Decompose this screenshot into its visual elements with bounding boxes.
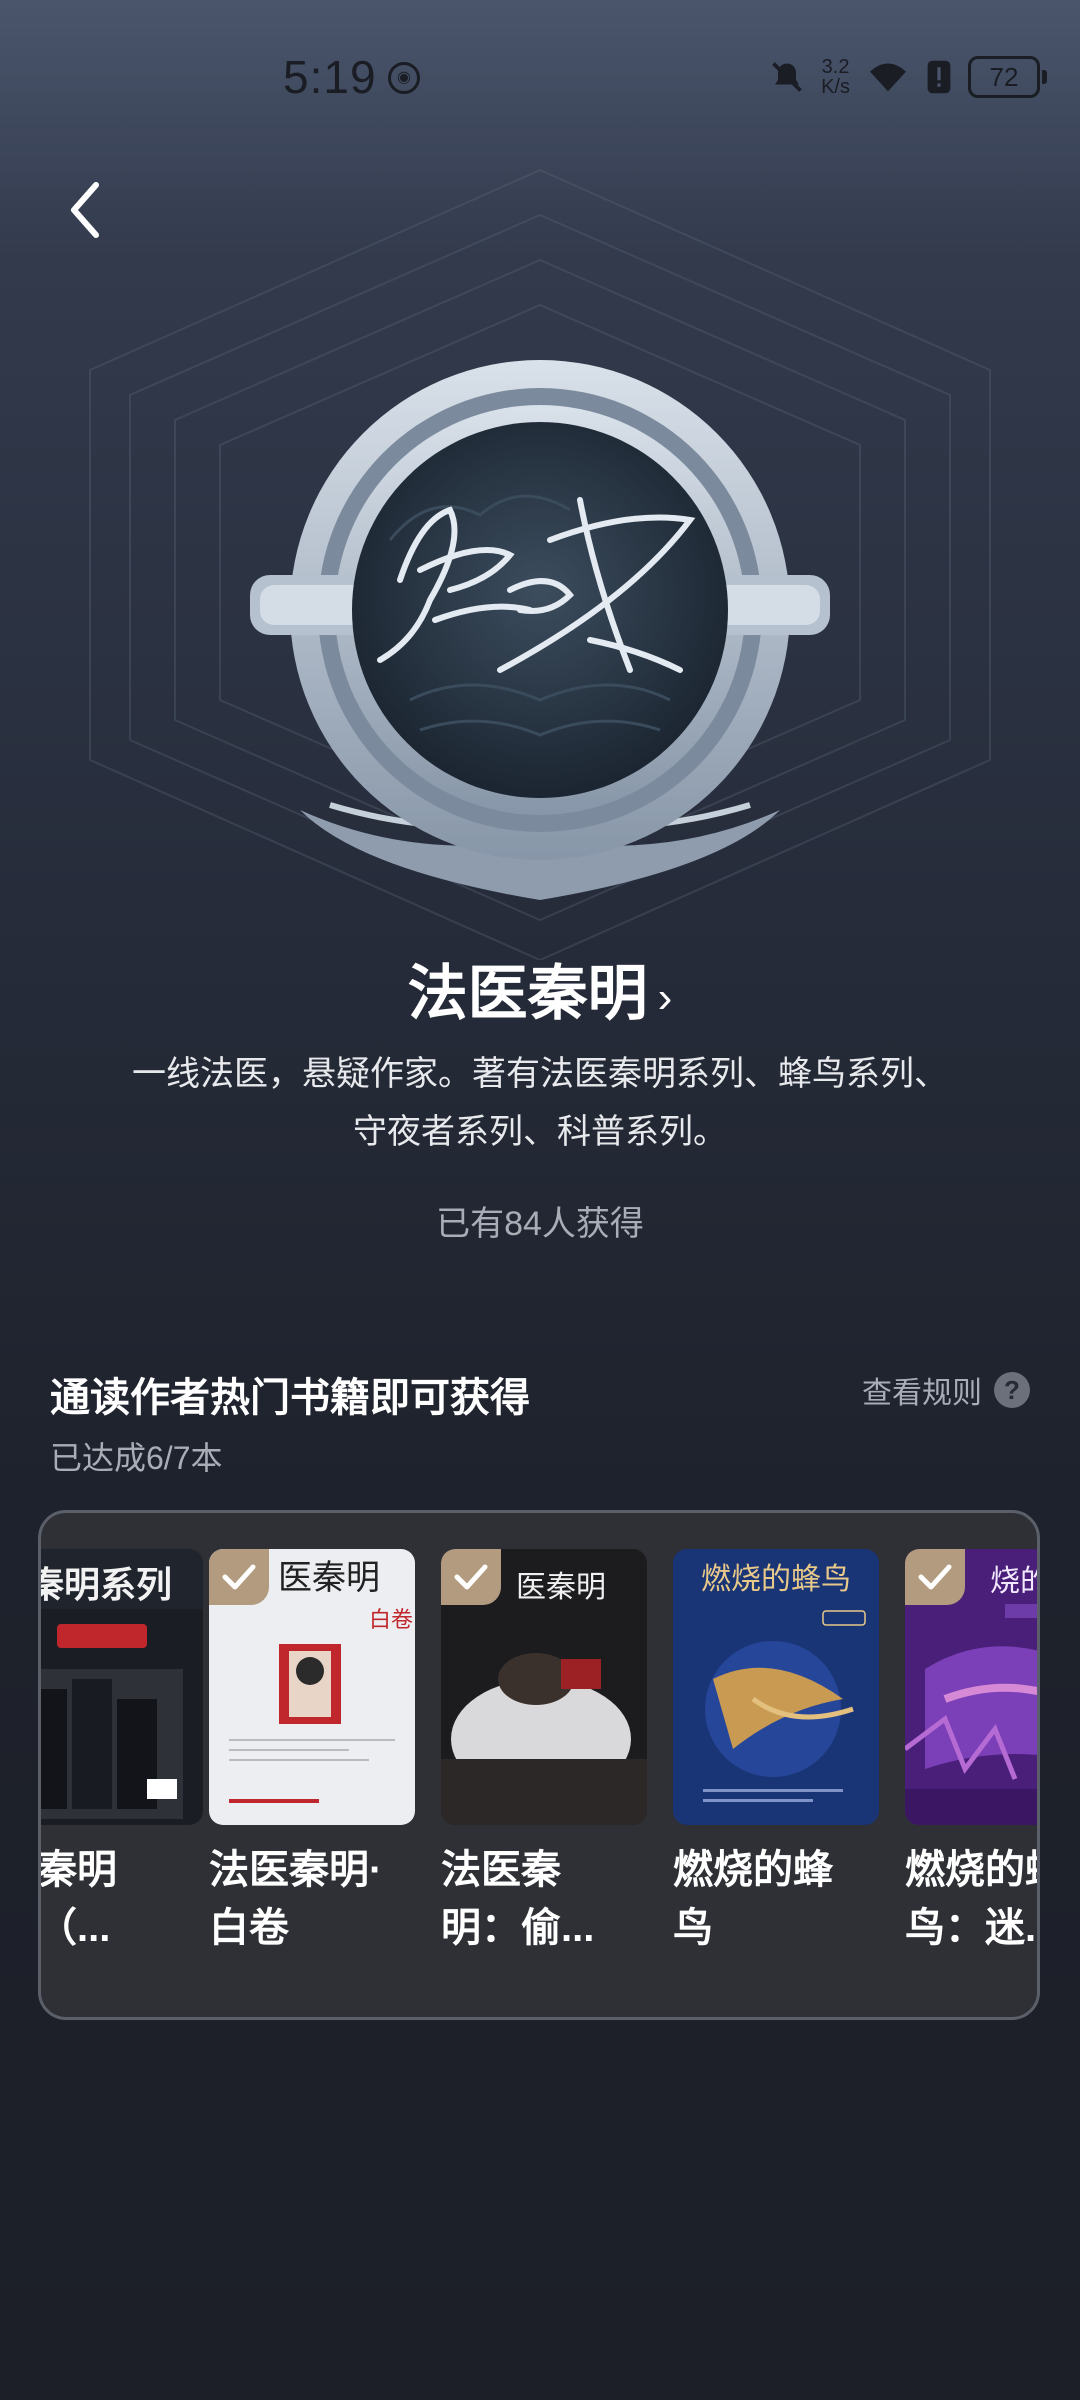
task-title: 通读作者热门书籍即可获得	[50, 1376, 530, 1420]
book-cover: 燃烧的蜂鸟	[673, 1549, 879, 1825]
book-item[interactable]: 秦明系列 医秦明列（...	[38, 1549, 203, 1957]
author-name-link[interactable]: 法医秦明 ›	[0, 945, 1080, 1032]
alert-icon	[927, 60, 951, 94]
chevron-right-icon: ›	[657, 973, 673, 1023]
book-cover: 医秦明	[441, 1549, 647, 1825]
book-title: 法医秦 明：偷...	[441, 1848, 595, 1950]
book-cover: 秦明系列	[38, 1549, 203, 1825]
svg-text:秦明系列: 秦明系列	[38, 1564, 172, 1605]
book-item[interactable]: 烧的蜂 燃烧的蜂鸟：迷...	[905, 1549, 1040, 1957]
author-badge	[250, 360, 830, 900]
completed-check	[209, 1549, 269, 1605]
books-carousel[interactable]: 秦明系列 医秦明列（... 医秦明 白卷	[38, 1510, 1040, 2020]
svg-text:燃烧的蜂鸟: 燃烧的蜂鸟	[701, 1563, 851, 1596]
book-item[interactable]: 医秦明 白卷 法医秦明·白卷	[209, 1549, 415, 1957]
net-speed-value: 3.2	[821, 56, 850, 78]
checkmark-icon	[454, 1564, 488, 1590]
author-name: 法医秦明	[407, 960, 648, 1027]
book-item[interactable]: 燃烧的蜂鸟 燃烧的蜂鸟	[673, 1549, 879, 1957]
battery-indicator: 72	[968, 56, 1047, 98]
completed-check	[441, 1549, 501, 1605]
view-rules-link[interactable]: 查看规则 ?	[862, 1368, 1030, 1412]
book-title: 燃烧的蜂鸟	[673, 1848, 833, 1950]
book-title: 法医秦明·白卷	[209, 1848, 383, 1950]
svg-text:烧的蜂: 烧的蜂	[990, 1565, 1040, 1598]
checkmark-icon	[918, 1564, 952, 1590]
completed-check	[905, 1549, 965, 1605]
svg-text:白卷: 白卷	[369, 1607, 413, 1632]
book-title: 医秦明列（...	[38, 1848, 117, 1950]
status-bar: 5:19 ◉ 3.2 K/s 72	[0, 0, 1080, 160]
network-speed: 3.2 K/s	[821, 57, 850, 97]
status-time: 5:19	[283, 51, 377, 103]
book-title: 燃烧的蜂鸟：迷...	[905, 1848, 1037, 1950]
checkmark-icon	[222, 1564, 256, 1590]
question-mark-icon: ?	[994, 1372, 1030, 1408]
book-cover: 烧的蜂	[905, 1549, 1040, 1825]
wifi-icon	[870, 63, 906, 92]
earned-count: 已有84人获得	[436, 1205, 644, 1243]
net-speed-unit: K/s	[821, 76, 850, 98]
view-rules-label: 查看规则	[862, 1377, 982, 1410]
author-description-line1: 一线法医，悬疑作家。著有法医秦明系列、蜂鸟系列、	[132, 1055, 948, 1093]
mute-bell-icon	[772, 62, 802, 92]
notification-icon: ◉	[388, 62, 420, 94]
task-progress: 已达成6/7本	[50, 1440, 223, 1476]
author-description-line2: 守夜者系列、科普系列。	[353, 1113, 727, 1151]
svg-text:医秦明: 医秦明	[516, 1571, 606, 1604]
book-cover: 医秦明 白卷	[209, 1549, 415, 1825]
svg-text:医秦明: 医秦明	[278, 1559, 380, 1597]
book-item[interactable]: 医秦明 法医秦 明：偷...	[441, 1549, 647, 1957]
status-icons: 3.2 K/s 72	[769, 52, 1047, 102]
author-description: 一线法医，悬疑作家。著有法医秦明系列、蜂鸟系列、 守夜者系列、科普系列。	[80, 1045, 1000, 1161]
